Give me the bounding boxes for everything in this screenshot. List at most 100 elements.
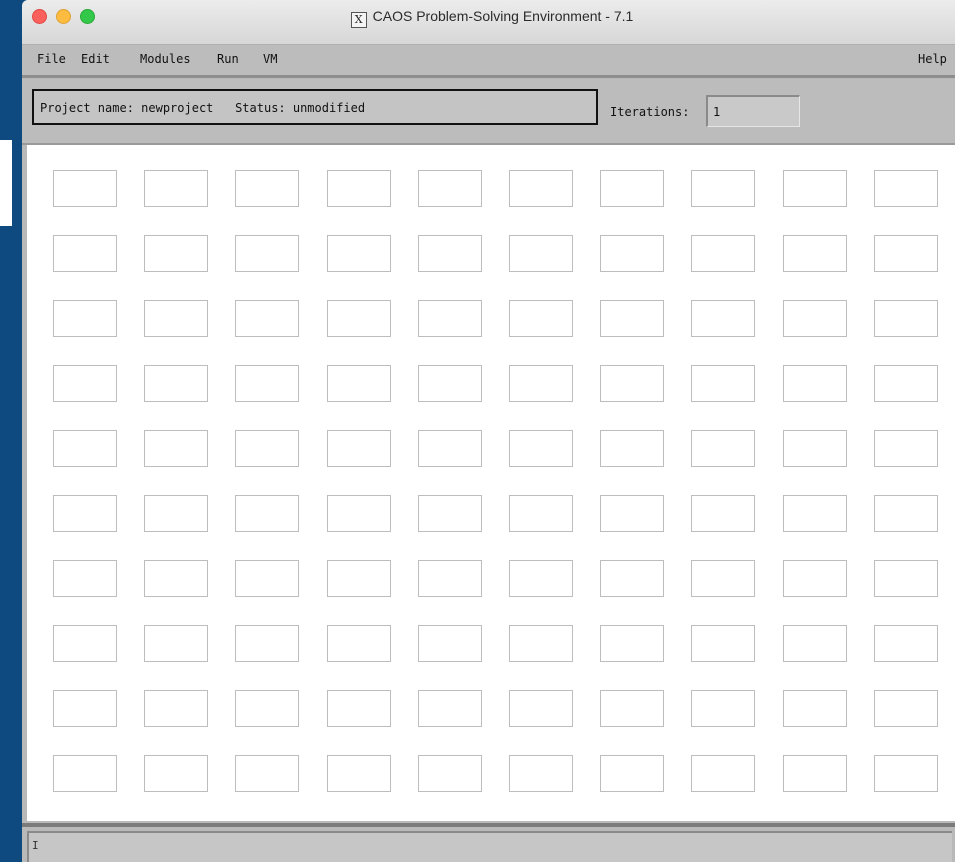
module-slot[interactable] [418, 560, 482, 597]
module-slot[interactable] [53, 365, 117, 402]
module-slot[interactable] [327, 170, 391, 207]
module-slot[interactable] [327, 300, 391, 337]
module-slot[interactable] [418, 365, 482, 402]
module-slot[interactable] [235, 625, 299, 662]
module-slot[interactable] [53, 625, 117, 662]
module-slot[interactable] [235, 300, 299, 337]
module-slot[interactable] [783, 755, 847, 792]
module-slot[interactable] [144, 755, 208, 792]
menu-modules[interactable]: Modules [140, 52, 191, 66]
module-slot[interactable] [783, 430, 847, 467]
module-slot[interactable] [691, 430, 755, 467]
module-slot[interactable] [600, 235, 664, 272]
module-slot[interactable] [874, 430, 938, 467]
module-slot[interactable] [53, 495, 117, 532]
module-slot[interactable] [691, 300, 755, 337]
module-slot[interactable] [509, 690, 573, 727]
module-slot[interactable] [53, 170, 117, 207]
menu-file[interactable]: File [37, 52, 66, 66]
module-slot[interactable] [783, 625, 847, 662]
module-slot[interactable] [783, 690, 847, 727]
module-slot[interactable] [874, 300, 938, 337]
module-slot[interactable] [600, 690, 664, 727]
module-slot[interactable] [327, 365, 391, 402]
module-slot[interactable] [418, 755, 482, 792]
module-slot[interactable] [235, 755, 299, 792]
module-slot[interactable] [418, 495, 482, 532]
module-slot[interactable] [600, 430, 664, 467]
module-slot[interactable] [600, 560, 664, 597]
menu-help[interactable]: Help [918, 52, 947, 66]
menu-vm[interactable]: VM [263, 52, 277, 66]
module-slot[interactable] [874, 495, 938, 532]
module-slot[interactable] [235, 495, 299, 532]
module-slot[interactable] [874, 560, 938, 597]
module-slot[interactable] [235, 235, 299, 272]
module-slot[interactable] [691, 625, 755, 662]
module-slot[interactable] [691, 170, 755, 207]
module-slot[interactable] [144, 625, 208, 662]
module-slot[interactable] [509, 170, 573, 207]
module-slot[interactable] [691, 690, 755, 727]
module-slot[interactable] [144, 170, 208, 207]
module-slot[interactable] [144, 235, 208, 272]
module-slot[interactable] [509, 495, 573, 532]
module-slot[interactable] [235, 430, 299, 467]
module-slot[interactable] [235, 170, 299, 207]
module-slot[interactable] [783, 560, 847, 597]
module-slot[interactable] [874, 235, 938, 272]
module-slot[interactable] [874, 170, 938, 207]
module-slot[interactable] [53, 300, 117, 337]
module-slot[interactable] [53, 690, 117, 727]
message-field[interactable]: I [27, 831, 952, 862]
module-slot[interactable] [874, 690, 938, 727]
module-slot[interactable] [327, 560, 391, 597]
module-slot[interactable] [783, 300, 847, 337]
module-slot[interactable] [53, 560, 117, 597]
module-slot[interactable] [418, 170, 482, 207]
module-slot[interactable] [144, 560, 208, 597]
module-slot[interactable] [783, 170, 847, 207]
module-slot[interactable] [600, 170, 664, 207]
module-slot[interactable] [235, 690, 299, 727]
module-slot[interactable] [53, 235, 117, 272]
module-slot[interactable] [600, 365, 664, 402]
module-slot[interactable] [691, 235, 755, 272]
module-slot[interactable] [327, 625, 391, 662]
module-slot[interactable] [509, 755, 573, 792]
module-slot[interactable] [327, 690, 391, 727]
module-slot[interactable] [418, 300, 482, 337]
module-slot[interactable] [874, 755, 938, 792]
module-slot[interactable] [144, 365, 208, 402]
module-slot[interactable] [144, 430, 208, 467]
module-slot[interactable] [144, 300, 208, 337]
module-slot[interactable] [418, 690, 482, 727]
module-slot[interactable] [53, 755, 117, 792]
module-slot[interactable] [783, 495, 847, 532]
module-slot[interactable] [509, 625, 573, 662]
module-slot[interactable] [327, 235, 391, 272]
module-slot[interactable] [509, 235, 573, 272]
menu-edit[interactable]: Edit [81, 52, 110, 66]
module-slot[interactable] [600, 300, 664, 337]
module-slot[interactable] [783, 235, 847, 272]
module-slot[interactable] [53, 430, 117, 467]
module-slot[interactable] [418, 235, 482, 272]
iterations-input[interactable]: 1 [706, 95, 800, 127]
module-slot[interactable] [600, 755, 664, 792]
menu-run[interactable]: Run [217, 52, 239, 66]
module-slot[interactable] [418, 430, 482, 467]
module-slot[interactable] [783, 365, 847, 402]
module-slot[interactable] [509, 365, 573, 402]
module-slot[interactable] [691, 560, 755, 597]
module-slot[interactable] [509, 560, 573, 597]
module-slot[interactable] [144, 690, 208, 727]
module-slot[interactable] [235, 365, 299, 402]
module-slot[interactable] [235, 560, 299, 597]
module-slot[interactable] [874, 365, 938, 402]
module-slot[interactable] [327, 755, 391, 792]
module-slot[interactable] [691, 495, 755, 532]
module-slot[interactable] [418, 625, 482, 662]
module-slot[interactable] [327, 430, 391, 467]
module-slot[interactable] [327, 495, 391, 532]
